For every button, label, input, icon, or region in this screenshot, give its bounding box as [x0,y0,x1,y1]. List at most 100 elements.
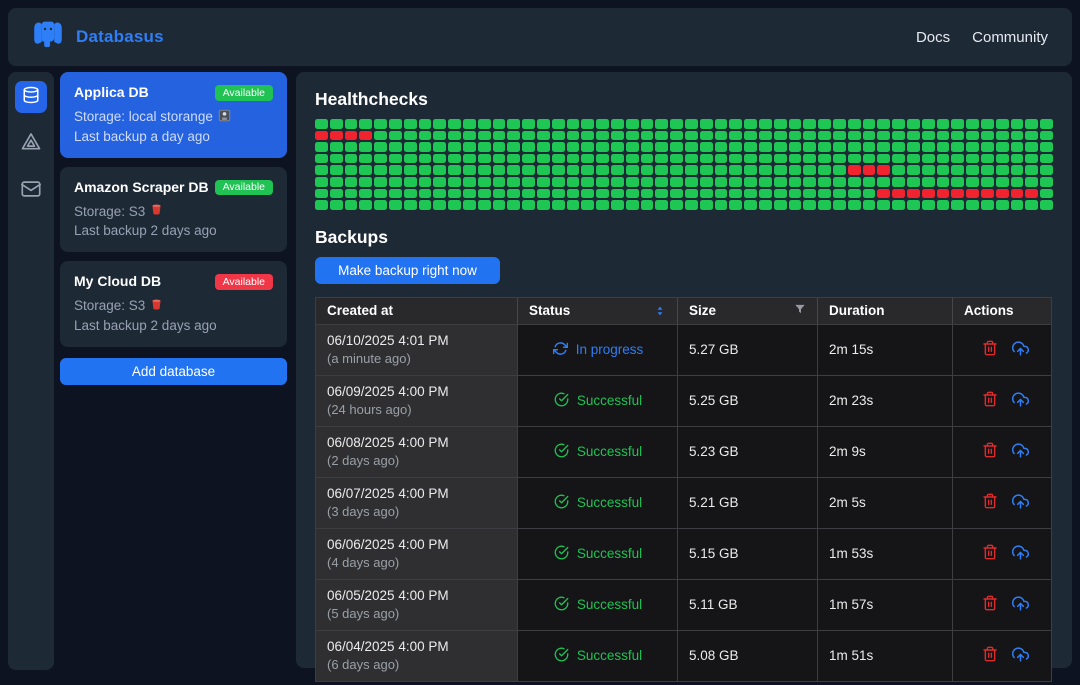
healthcheck-cell-ok [700,177,713,187]
status-cell: Successful [518,631,678,681]
delete-backup-button[interactable] [982,544,998,563]
healthcheck-cell-ok [389,154,402,164]
database-name: My Cloud DB [74,273,161,289]
nav-link-community[interactable]: Community [972,29,1048,46]
healthcheck-cell-ok [700,131,713,141]
status-cell: In progress [518,325,678,375]
delete-backup-button[interactable] [982,646,998,665]
healthcheck-cell-ok [803,165,816,175]
healthcheck-cell-ok [567,200,580,210]
duration-cell: 2m 23s [818,376,953,426]
healthcheck-cell-ok [507,200,520,210]
healthcheck-cell-ok [374,189,387,199]
healthcheck-cell-ok [818,165,831,175]
delete-backup-button[interactable] [982,391,998,410]
healthcheck-cell-ok [419,119,432,129]
healthcheck-cell-ok [463,119,476,129]
healthcheck-cell-ok [922,154,935,164]
healthcheck-cell-ok [877,119,890,129]
healthcheck-cell-ok [833,177,846,187]
healthcheck-cell-ok [1040,119,1053,129]
database-card-my-cloud[interactable]: My Cloud DB Available Storage: S3 Last b… [60,261,287,347]
healthcheck-cell-ok [478,177,491,187]
healthcheck-cell-ok [359,119,372,129]
healthcheck-cell-ok [685,177,698,187]
sidebar-item-google-drive[interactable] [15,128,47,160]
healthcheck-cell-ok [419,165,432,175]
healthcheck-cell-ok [537,200,550,210]
healthcheck-cell-ok [611,154,624,164]
healthcheck-cell-ok [981,142,994,152]
restore-backup-button[interactable] [1012,493,1029,513]
healthcheck-cell-fail [981,189,994,199]
column-header-duration[interactable]: Duration [818,298,953,324]
healthcheck-cell-ok [626,177,639,187]
brand[interactable]: Databasus [32,20,164,55]
healthcheck-cell-ok [700,189,713,199]
database-card-applica[interactable]: Applica DB Available Storage: local stor… [60,72,287,158]
restore-backup-button[interactable] [1012,595,1029,615]
make-backup-button[interactable]: Make backup right now [315,257,500,284]
duration-cell: 1m 53s [818,529,953,579]
healthcheck-cell-ok [522,119,535,129]
restore-backup-button[interactable] [1012,646,1029,666]
healthcheck-cell-ok [729,200,742,210]
created-at-cell: 06/08/2025 4:00 PM(2 days ago) [316,427,518,477]
healthcheck-cell-ok [581,189,594,199]
healthcheck-cell-ok [818,154,831,164]
healthcheck-cell-ok [596,131,609,141]
healthcheck-cell-ok [596,189,609,199]
healthcheck-cell-ok [833,142,846,152]
delete-backup-button[interactable] [982,595,998,614]
column-header-status[interactable]: Status [518,298,678,324]
healthcheck-cell-fail [877,165,890,175]
sort-icon[interactable] [653,304,667,318]
healthcheck-cell-ok [330,200,343,210]
filter-funnel-icon[interactable] [793,302,807,319]
backups-table-header: Created at Status Size [316,298,1051,324]
healthcheck-cell-ok [596,177,609,187]
backup-relative-time: (3 days ago) [327,504,507,519]
healthcheck-cell-ok [463,200,476,210]
delete-backup-button[interactable] [982,493,998,512]
nav-link-docs[interactable]: Docs [916,29,950,46]
restore-backup-button[interactable] [1012,340,1029,360]
healthcheck-cell-ok [330,154,343,164]
healthcheck-cell-ok [996,119,1009,129]
healthcheck-cell-ok [404,119,417,129]
status-label: Successful [577,597,642,612]
healthcheck-cell-ok [315,200,328,210]
healthcheck-cell-ok [877,154,890,164]
column-header-created-at[interactable]: Created at [316,298,518,324]
healthcheck-cell-ok [981,131,994,141]
restore-backup-button[interactable] [1012,442,1029,462]
s3-bucket-icon [150,203,163,219]
healthcheck-cell-ok [789,142,802,152]
healthcheck-cell-ok [389,142,402,152]
sidebar-item-mail[interactable] [15,175,47,207]
healthcheck-cell-ok [581,142,594,152]
healthcheck-cell-ok [951,119,964,129]
sidebar-item-databases[interactable] [15,81,47,113]
healthcheck-cell-ok [670,131,683,141]
healthcheck-cell-fail [996,189,1009,199]
restore-backup-button[interactable] [1012,391,1029,411]
healthcheck-cell-ok [996,142,1009,152]
healthcheck-cell-ok [863,177,876,187]
database-card-amazon-scraper[interactable]: Amazon Scraper DB Available Storage: S3 … [60,167,287,253]
healthcheck-cell-ok [315,189,328,199]
healthcheck-cell-ok [433,131,446,141]
restore-backup-button[interactable] [1012,544,1029,564]
healthcheck-cell-ok [537,131,550,141]
healthcheck-cell-ok [567,131,580,141]
add-database-button[interactable]: Add database [60,358,287,385]
delete-backup-button[interactable] [982,340,998,359]
healthcheck-cell-ok [1025,142,1038,152]
delete-backup-button[interactable] [982,442,998,461]
healthcheck-cell-ok [951,154,964,164]
healthcheck-cell-ok [715,177,728,187]
healthcheck-cell-ok [1025,119,1038,129]
column-header-size[interactable]: Size [678,298,818,324]
healthcheck-cell-ok [522,165,535,175]
healthcheck-cell-ok [966,177,979,187]
